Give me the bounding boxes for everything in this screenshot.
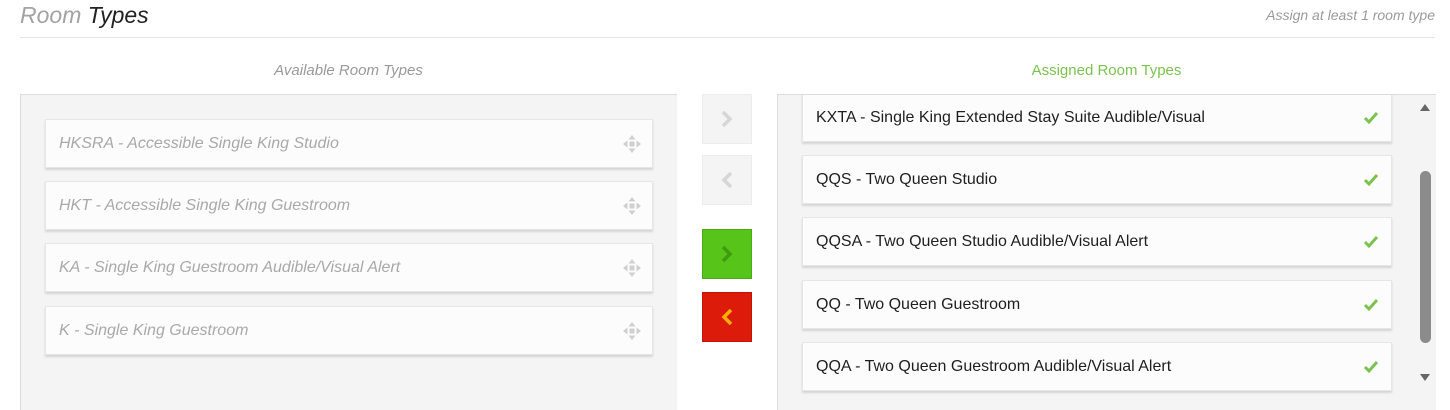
assigned-room-type-item[interactable]: QQSA - Two Queen Studio Audible/Visual A… bbox=[802, 217, 1392, 266]
available-room-type-item[interactable]: K - Single King Guestroom bbox=[45, 306, 653, 355]
scroll-up-arrow-icon[interactable] bbox=[1418, 101, 1432, 113]
available-room-type-label: KA - Single King Guestroom Audible/Visua… bbox=[59, 258, 401, 276]
checkmark-icon bbox=[1351, 298, 1391, 312]
assigned-room-type-item[interactable]: QQA - Two Queen Guestroom Audible/Visual… bbox=[802, 342, 1392, 391]
available-room-type-item[interactable]: KA - Single King Guestroom Audible/Visua… bbox=[45, 243, 653, 292]
assigned-room-type-label: KXTA - Single King Extended Stay Suite A… bbox=[816, 108, 1205, 126]
checkmark-icon bbox=[1351, 173, 1391, 187]
available-room-type-label: HKT - Accessible Single King Guestroom bbox=[59, 196, 351, 214]
assigned-room-type-label: QQSA - Two Queen Studio Audible/Visual A… bbox=[816, 232, 1149, 250]
header-divider bbox=[20, 37, 1435, 38]
assigned-room-types-title: Assigned Room Types bbox=[1031, 62, 1182, 79]
move-all-right-button[interactable] bbox=[702, 229, 752, 279]
chevron-left-icon bbox=[721, 171, 733, 189]
available-room-types-list[interactable]: HKSRA - Accessible Single King Studio HK… bbox=[20, 94, 677, 410]
available-room-type-label: HKSRA - Accessible Single King Studio bbox=[59, 134, 339, 152]
move-selected-right-button[interactable] bbox=[702, 94, 752, 144]
checkmark-icon bbox=[1351, 360, 1391, 374]
available-room-types-title: Available Room Types bbox=[274, 62, 423, 79]
checkmark-icon bbox=[1351, 111, 1391, 125]
available-room-type-item[interactable]: HKSRA - Accessible Single King Studio bbox=[45, 119, 653, 168]
page-title: Room Types bbox=[20, 2, 149, 29]
assigned-room-type-item[interactable]: QQS - Two Queen Studio bbox=[802, 155, 1392, 204]
page-title-part1: Room bbox=[20, 2, 82, 28]
move-icon[interactable] bbox=[612, 258, 652, 278]
available-room-type-label: K - Single King Guestroom bbox=[59, 321, 249, 339]
assigned-room-type-label: QQ - Two Queen Guestroom bbox=[816, 295, 1021, 313]
assigned-room-type-label: QQA - Two Queen Guestroom Audible/Visual… bbox=[816, 357, 1172, 375]
checkmark-icon bbox=[1351, 235, 1391, 249]
chevron-left-icon bbox=[721, 308, 733, 326]
move-all-left-button[interactable] bbox=[702, 292, 752, 342]
available-room-type-item[interactable]: HKT - Accessible Single King Guestroom bbox=[45, 181, 653, 230]
assigned-room-type-label: QQS - Two Queen Studio bbox=[816, 170, 998, 188]
chevron-right-icon bbox=[721, 110, 733, 128]
move-icon[interactable] bbox=[612, 196, 652, 216]
assigned-room-type-item[interactable]: KXTA - Single King Extended Stay Suite A… bbox=[802, 95, 1392, 142]
scroll-down-arrow-icon[interactable] bbox=[1418, 371, 1432, 383]
scrollbar-thumb[interactable] bbox=[1420, 171, 1431, 343]
assignment-hint: Assign at least 1 room type bbox=[1266, 7, 1435, 23]
move-icon[interactable] bbox=[612, 134, 652, 154]
move-selected-left-button[interactable] bbox=[702, 155, 752, 205]
assigned-room-types-list[interactable]: KXTA - Single King Extended Stay Suite A… bbox=[777, 94, 1436, 410]
chevron-right-icon bbox=[721, 245, 733, 263]
assigned-room-type-item[interactable]: QQ - Two Queen Guestroom bbox=[802, 280, 1392, 329]
move-icon[interactable] bbox=[612, 321, 652, 341]
page-title-part2: Types bbox=[87, 2, 149, 28]
